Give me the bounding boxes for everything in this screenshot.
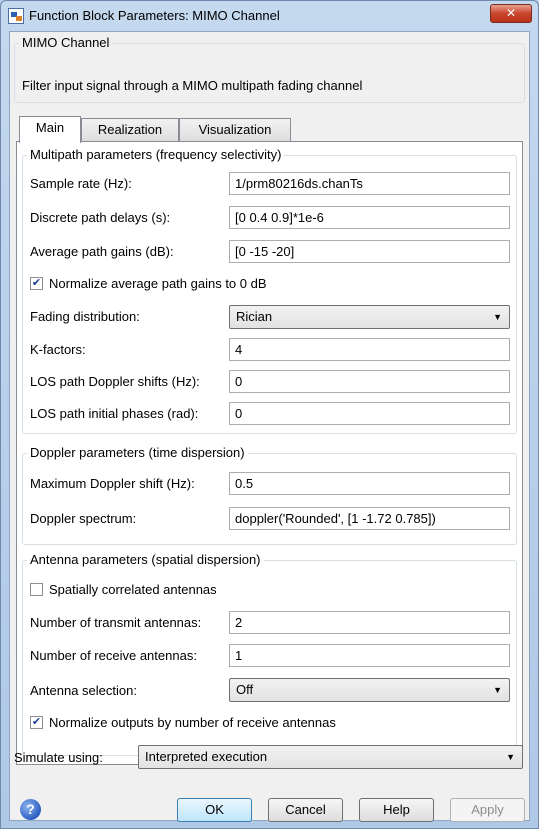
doppler-spectrum-input[interactable]: doppler('Rounded', [1 -1.72 0.785]) bbox=[229, 507, 510, 530]
block-description-group bbox=[14, 43, 525, 103]
simulate-using-select[interactable]: Interpreted execution ▼ bbox=[138, 745, 523, 769]
path-gains-label: Average path gains (dB): bbox=[30, 244, 174, 259]
chevron-down-icon: ▼ bbox=[493, 685, 502, 695]
kfactors-label: K-factors: bbox=[30, 342, 86, 357]
fading-distribution-value: Rician bbox=[236, 309, 273, 324]
block-description: Filter input signal through a MIMO multi… bbox=[22, 78, 363, 93]
transmit-antennas-label: Number of transmit antennas: bbox=[30, 615, 202, 630]
antenna-selection-select[interactable]: Off ▼ bbox=[229, 678, 510, 702]
help-button[interactable]: Help bbox=[359, 798, 434, 822]
normalize-outputs-label: Normalize outputs by number of receive a… bbox=[49, 715, 336, 730]
doppler-group bbox=[22, 453, 517, 545]
los-phase-input[interactable]: 0 bbox=[229, 402, 510, 425]
help-icon[interactable]: ? bbox=[20, 799, 41, 820]
simulink-block-icon bbox=[8, 8, 24, 24]
antenna-legend: Antenna parameters (spatial dispersion) bbox=[27, 552, 264, 567]
main-tab-panel: Multipath parameters (frequency selectiv… bbox=[16, 141, 523, 765]
dialog-window: Function Block Parameters: MIMO Channel … bbox=[0, 0, 539, 829]
doppler-legend: Doppler parameters (time dispersion) bbox=[27, 445, 248, 460]
max-doppler-label: Maximum Doppler shift (Hz): bbox=[30, 476, 195, 491]
antenna-selection-value: Off bbox=[236, 682, 254, 697]
cancel-button[interactable]: Cancel bbox=[268, 798, 343, 822]
path-gains-input[interactable]: [0 -15 -20] bbox=[229, 240, 510, 263]
simulate-using-value: Interpreted execution bbox=[145, 749, 268, 764]
dialog-body: MIMO Channel Filter input signal through… bbox=[9, 31, 530, 822]
title-bar[interactable]: Function Block Parameters: MIMO Channel … bbox=[1, 1, 538, 31]
block-name: MIMO Channel bbox=[19, 35, 113, 50]
receive-antennas-label: Number of receive antennas: bbox=[30, 648, 197, 663]
normalize-outputs-checkbox[interactable]: ✔ bbox=[30, 716, 43, 729]
sample-rate-label: Sample rate (Hz): bbox=[30, 176, 132, 191]
path-delays-input[interactable]: [0 0.4 0.9]*1e-6 bbox=[229, 206, 510, 229]
close-button[interactable]: ✕ bbox=[490, 4, 532, 23]
window-title: Function Block Parameters: MIMO Channel bbox=[29, 8, 280, 23]
tab-realization[interactable]: Realization bbox=[81, 118, 179, 143]
receive-antennas-input[interactable]: 1 bbox=[229, 644, 510, 667]
los-doppler-label: LOS path Doppler shifts (Hz): bbox=[30, 374, 200, 389]
simulate-using-label: Simulate using: bbox=[14, 750, 103, 765]
los-phase-label: LOS path initial phases (rad): bbox=[30, 406, 199, 421]
chevron-down-icon: ▼ bbox=[493, 312, 502, 322]
antenna-selection-label: Antenna selection: bbox=[30, 683, 137, 698]
normalize-gains-label: Normalize average path gains to 0 dB bbox=[49, 276, 267, 291]
fading-distribution-label: Fading distribution: bbox=[30, 309, 140, 324]
spatial-correlation-label: Spatially correlated antennas bbox=[49, 582, 217, 597]
spatial-correlation-checkbox[interactable] bbox=[30, 583, 43, 596]
multipath-legend: Multipath parameters (frequency selectiv… bbox=[27, 147, 285, 162]
tab-visualization[interactable]: Visualization bbox=[179, 118, 291, 143]
tab-main[interactable]: Main bbox=[19, 116, 81, 143]
normalize-gains-checkbox[interactable]: ✔ bbox=[30, 277, 43, 290]
path-delays-label: Discrete path delays (s): bbox=[30, 210, 171, 225]
chevron-down-icon: ▼ bbox=[506, 752, 515, 762]
fading-distribution-select[interactable]: Rician ▼ bbox=[229, 305, 510, 329]
transmit-antennas-input[interactable]: 2 bbox=[229, 611, 510, 634]
doppler-spectrum-label: Doppler spectrum: bbox=[30, 511, 137, 526]
max-doppler-input[interactable]: 0.5 bbox=[229, 472, 510, 495]
kfactors-input[interactable]: 4 bbox=[229, 338, 510, 361]
sample-rate-input[interactable]: 1/prm80216ds.chanTs bbox=[229, 172, 510, 195]
apply-button[interactable]: Apply bbox=[450, 798, 525, 822]
ok-button[interactable]: OK bbox=[177, 798, 252, 822]
los-doppler-input[interactable]: 0 bbox=[229, 370, 510, 393]
